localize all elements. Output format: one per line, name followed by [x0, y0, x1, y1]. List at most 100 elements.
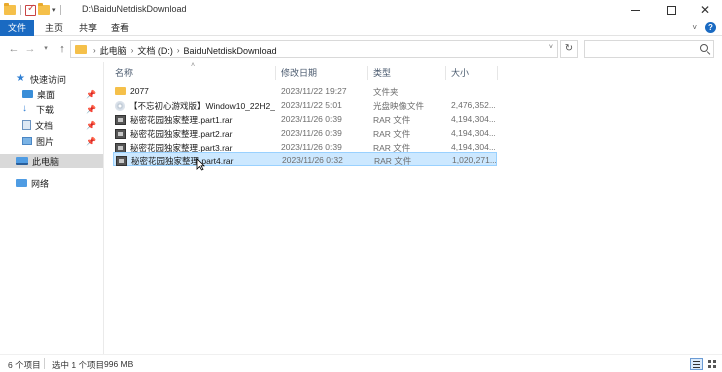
ribbon-controls: ˅ ?: [692, 22, 716, 33]
file-name: 秘密花园独家整理.part4.rar: [131, 156, 234, 166]
file-row-selected[interactable]: 秘密花园独家整理.part4.rar 2023/11/26 0:32 RAR 文…: [113, 152, 497, 166]
file-name-cell: 【不忘初心游戏版】Window10_22H2_1...: [115, 100, 275, 112]
tab-view[interactable]: 查看: [104, 20, 136, 36]
sidebar-item-pictures[interactable]: 图片 📌: [22, 134, 102, 148]
expand-ribbon-chevron-icon[interactable]: ˅: [692, 23, 697, 32]
column-header-size[interactable]: 大小: [451, 66, 469, 80]
download-icon: ↓: [22, 103, 27, 114]
file-size: 4,194,304...: [451, 128, 495, 138]
selected-size: 996 MB: [104, 359, 134, 369]
column-divider[interactable]: [367, 66, 368, 80]
maximize-button[interactable]: [656, 0, 686, 20]
sidebar-item-quick-access[interactable]: ★ 快速访问: [16, 72, 66, 86]
column-header-name[interactable]: 名称: [115, 66, 133, 80]
column-header-date[interactable]: 修改日期: [281, 66, 317, 80]
breadcrumb-separator-icon[interactable]: ›: [93, 46, 96, 55]
breadcrumb-current-folder[interactable]: BaiduNetdiskDownload: [184, 46, 277, 56]
window-title: D:\BaiduNetdiskDownload: [82, 4, 187, 14]
close-button[interactable]: ✕: [690, 0, 720, 20]
pictures-icon: [22, 137, 32, 145]
customize-toolbar-chevron-icon[interactable]: ▾: [52, 6, 56, 14]
computer-icon: [16, 157, 28, 165]
status-divider: [44, 358, 45, 369]
status-bar: 6 个项目 选中 1 个项目 996 MB: [0, 354, 722, 372]
network-icon: [16, 179, 27, 187]
title-bar: ▾ D:\BaiduNetdiskDownload ✕: [0, 0, 722, 20]
quick-access-toolbar: ▾: [4, 3, 63, 17]
documents-icon: [22, 120, 31, 130]
file-type: 文件夹: [373, 87, 399, 97]
file-size: 2,476,352...: [451, 100, 495, 110]
sidebar-item-label: 网络: [31, 178, 50, 189]
file-type: 光盘映像文件: [373, 101, 425, 111]
file-date: 2023/11/26 0:39: [281, 128, 342, 138]
file-name: 【不忘初心游戏版】Window10_22H2_1...: [129, 101, 275, 111]
back-arrow-icon[interactable]: ←: [8, 42, 20, 56]
breadcrumb-drive-d[interactable]: 文档 (D:): [137, 44, 173, 57]
address-bar[interactable]: › 此电脑 › 文档 (D:) › BaiduNetdiskDownload ˅: [70, 40, 558, 58]
column-header-type[interactable]: 类型: [373, 66, 391, 80]
tab-file[interactable]: 文件: [0, 20, 34, 36]
recent-locations-chevron-icon[interactable]: ▾: [40, 42, 52, 56]
pin-icon: 📌: [86, 89, 96, 99]
sidebar-item-label: 桌面: [37, 89, 56, 100]
up-arrow-icon[interactable]: ↑: [56, 42, 68, 56]
column-divider[interactable]: [275, 66, 276, 80]
breadcrumb-separator-icon[interactable]: ›: [177, 46, 180, 55]
file-date: 2023/11/26 0:39: [281, 114, 342, 124]
sidebar-item-network[interactable]: 网络: [16, 176, 49, 190]
file-name: 秘密花园独家整理.part2.rar: [130, 129, 233, 139]
refresh-icon: ↻: [564, 43, 574, 54]
details-view-icon[interactable]: [690, 358, 703, 370]
sidebar-item-documents[interactable]: 文档 📌: [22, 118, 102, 132]
file-name-cell: 2077: [115, 86, 275, 96]
maximize-icon: [666, 5, 676, 15]
new-folder-icon[interactable]: [38, 3, 50, 15]
sidebar-item-desktop[interactable]: 桌面 📌: [22, 87, 102, 101]
pin-icon: 📌: [86, 104, 96, 114]
file-row[interactable]: 秘密花园独家整理.part2.rar 2023/11/26 0:39 RAR 文…: [113, 126, 497, 140]
file-type: RAR 文件: [373, 129, 411, 139]
file-row[interactable]: 【不忘初心游戏版】Window10_22H2_1... 2023/11/22 5…: [113, 98, 497, 112]
file-name-cell: 秘密花园独家整理.part2.rar: [115, 128, 275, 140]
column-divider[interactable]: [445, 66, 446, 80]
tab-share[interactable]: 共享: [72, 20, 104, 36]
file-date: 2023/11/26 0:32: [282, 155, 343, 165]
file-size: 4,194,304...: [451, 114, 495, 124]
file-name-cell: 秘密花园独家整理.part1.rar: [115, 114, 275, 126]
address-history-chevron-icon[interactable]: ˅: [549, 44, 553, 51]
selected-count: 选中 1 个项目: [52, 360, 104, 370]
properties-icon[interactable]: [25, 3, 36, 16]
search-input[interactable]: [584, 40, 714, 58]
refresh-button[interactable]: ↻: [560, 40, 578, 58]
item-count: 6 个项目: [8, 360, 41, 370]
folder-icon: [75, 45, 87, 54]
star-icon: ★: [16, 73, 25, 84]
navigation-pane: ★ 快速访问 桌面 📌 ↓ 下载 📌 文档 📌 图片 📌 此电脑 网络: [0, 62, 104, 354]
file-row[interactable]: 2077 2023/11/22 19:27 文件夹: [113, 84, 497, 98]
forward-arrow-icon[interactable]: →: [24, 42, 36, 56]
rar-archive-icon: [116, 156, 127, 166]
sidebar-item-label: 文档: [35, 120, 54, 131]
file-row[interactable]: 秘密花园独家整理.part1.rar 2023/11/26 0:39 RAR 文…: [113, 112, 497, 126]
large-icons-view-icon[interactable]: [706, 358, 719, 370]
tab-home[interactable]: 主页: [38, 20, 70, 36]
sidebar-item-label: 下载: [36, 104, 55, 115]
pin-icon: 📌: [86, 136, 96, 146]
file-date: 2023/11/22 19:27: [281, 86, 347, 96]
toolbar-separator: [59, 5, 61, 15]
rar-archive-icon: [115, 115, 126, 125]
help-icon[interactable]: ?: [705, 22, 716, 33]
breadcrumb-this-pc[interactable]: 此电脑: [100, 44, 127, 57]
sidebar-item-downloads[interactable]: ↓ 下载 📌: [22, 102, 102, 116]
sidebar-item-label: 图片: [36, 136, 55, 147]
minimize-button[interactable]: [620, 0, 650, 20]
sidebar-item-this-pc[interactable]: 此电脑: [0, 154, 103, 168]
file-list: ˄ 名称 修改日期 类型 大小 2077 2023/11/22 19:27 文件…: [105, 62, 722, 354]
navigation-bar: ← → ▾ ↑ › 此电脑 › 文档 (D:) › BaiduNetdiskDo…: [0, 36, 722, 62]
column-divider[interactable]: [497, 66, 498, 80]
rar-archive-icon: [115, 129, 126, 139]
ribbon-tabs: 文件 主页 共享 查看 ˅ ?: [0, 20, 722, 36]
file-date: 2023/11/22 5:01: [281, 100, 342, 110]
breadcrumb-separator-icon[interactable]: ›: [131, 46, 134, 55]
